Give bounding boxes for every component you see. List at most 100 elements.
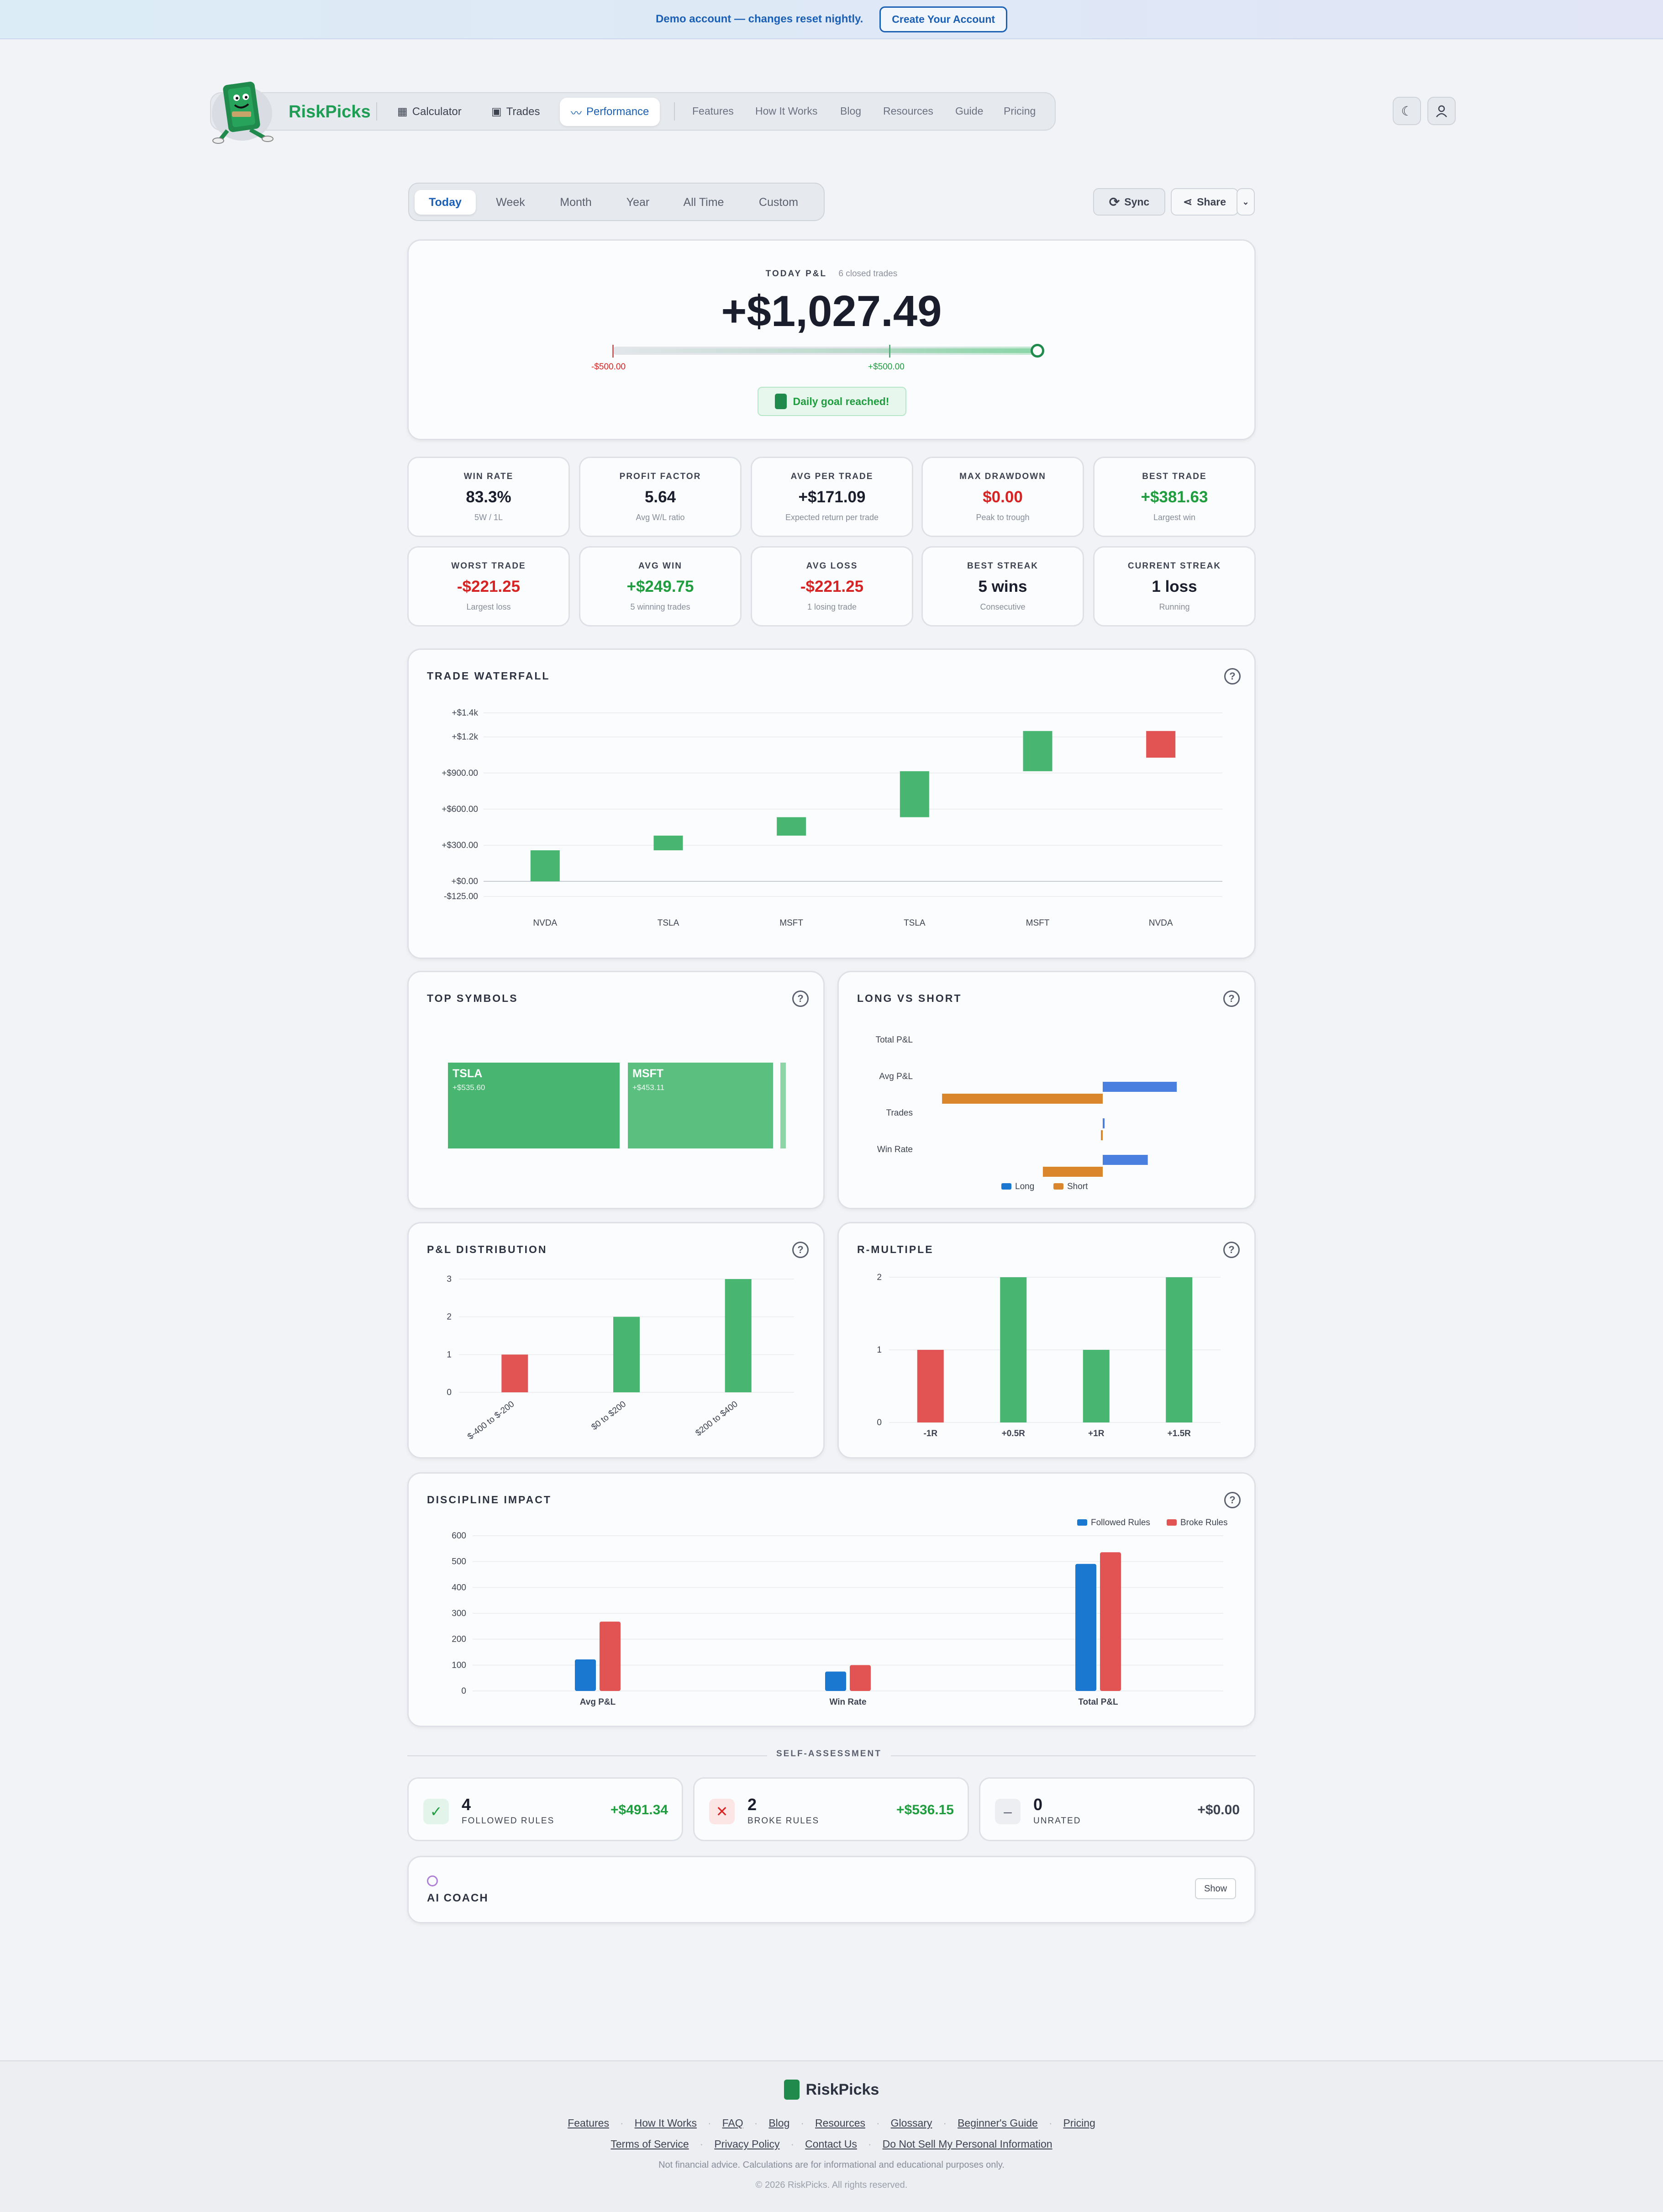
waterfall-bar[interactable] [1146,731,1176,758]
footer-link[interactable]: Features [568,2117,609,2129]
pnl-current-knob[interactable] [1031,344,1044,358]
long-bar[interactable] [1103,1082,1177,1092]
nav-link-how-it-works[interactable]: How It Works [755,105,817,117]
bar[interactable] [1166,1277,1193,1422]
nav-link-pricing[interactable]: Pricing [1004,105,1036,117]
x-tick-label: +1R [1088,1429,1105,1438]
treemap-tile-other[interactable] [780,1063,786,1148]
check-icon: ✓ [423,1799,449,1824]
ai-coach-title: AI COACH [427,1892,489,1904]
footer-link[interactable]: Privacy Policy [714,2138,779,2150]
tab-trades[interactable]: ▣ Trades [491,105,540,118]
stat-sub: 5 winning trades [630,602,690,611]
bar[interactable] [917,1350,944,1422]
followed-rules-card[interactable]: ✓ 4 FOLLOWED RULES +$491.34 [407,1777,683,1841]
mascot-logo-icon[interactable] [206,77,284,145]
legend-label-long: Long [1015,1182,1034,1191]
sync-button[interactable]: ⟳ Sync [1093,188,1165,216]
treemap-tile-msft[interactable]: MSFT +$453.11 [628,1063,773,1148]
long-bar[interactable] [1103,1155,1148,1165]
footer-link-separator: · [754,2117,758,2129]
grid-icon: ▦ [397,105,408,118]
waterfall-bar[interactable] [777,817,806,836]
bar[interactable] [575,1659,596,1691]
nav-divider [376,102,377,121]
footer-link[interactable]: Resources [815,2117,865,2129]
bar[interactable] [725,1279,752,1392]
unrated-card[interactable]: – 0 UNRATED +$0.00 [979,1777,1255,1841]
stat-value: 83.3% [466,488,511,506]
legend-swatch-broke [1167,1519,1177,1526]
waterfall-bar[interactable] [1023,731,1053,771]
stat-sub: Running [1159,602,1190,611]
stat-card-best-streak: BEST STREAK 5 wins Consecutive [921,546,1084,627]
footer-link[interactable]: Contact Us [805,2138,857,2150]
y-tick-label: +$600.00 [442,805,478,814]
waterfall-bar[interactable] [530,850,560,882]
footer-copyright: © 2026 RiskPicks. All rights reserved. [755,2180,908,2190]
self-assessment-title: SELF-ASSESSMENT [767,1749,891,1759]
pnl-goal-fill [612,348,1042,353]
short-bar[interactable] [1042,1167,1103,1177]
footer-link[interactable]: Terms of Service [610,2138,689,2150]
legend-swatch-short [1053,1183,1063,1190]
bar[interactable] [613,1317,640,1392]
share-button[interactable]: ⋖ Share [1171,188,1238,216]
bar[interactable] [825,1671,846,1691]
footer-link[interactable]: FAQ [722,2117,743,2129]
stat-value: +$381.63 [1141,488,1208,506]
footer-link[interactable]: How It Works [635,2117,697,2129]
theme-toggle-button[interactable]: ☾ [1393,97,1421,125]
waterfall-bar[interactable] [900,771,929,817]
stat-sub: Largest win [1153,513,1196,522]
footer-link-separator: · [620,2117,624,2129]
nav-link-blog[interactable]: Blog [840,105,861,117]
share-label: Share [1197,195,1226,208]
tab-trades-label: Trades [506,105,540,118]
bar[interactable] [1075,1564,1096,1691]
footer-link[interactable]: Blog [768,2117,789,2129]
period-tab-week[interactable]: Week [482,190,539,215]
bar[interactable] [1083,1350,1110,1422]
tab-calculator[interactable]: ▦ Calculator [397,105,462,118]
stat-card-profit-factor: PROFIT FACTOR 5.64 Avg W/L ratio [579,457,742,537]
footer-link[interactable]: Do Not Sell My Personal Information [883,2138,1053,2150]
help-icon[interactable]: ? [792,990,809,1007]
treemap-symbol: TSLA [453,1067,483,1080]
tab-performance[interactable]: 〰 Performance [560,98,660,126]
footer-link[interactable]: Pricing [1063,2117,1095,2129]
account-button[interactable] [1427,97,1456,125]
bar[interactable] [600,1622,621,1691]
treemap-tile-tsla[interactable]: TSLA +$535.60 [448,1063,620,1148]
nav-link-resources[interactable]: Resources [883,105,933,117]
short-bar[interactable] [1101,1130,1103,1140]
nav-link-guide[interactable]: Guide [955,105,983,117]
period-tab-today[interactable]: Today [415,190,476,215]
footer-link[interactable]: Glossary [891,2117,932,2129]
footer-brand[interactable]: RiskPicks [0,2080,1663,2100]
nav-link-features[interactable]: Features [692,105,734,117]
create-account-button[interactable]: Create Your Account [879,6,1008,32]
period-tab-custom[interactable]: Custom [744,190,813,215]
ai-coach-show-button[interactable]: Show [1195,1878,1236,1899]
broke-rules-count: 2 [747,1795,757,1814]
brand-name[interactable]: RiskPicks [289,102,371,122]
share-dropdown-button[interactable]: ⌄ [1237,188,1255,216]
tab-calculator-label: Calculator [412,105,462,118]
waterfall-bar[interactable] [653,835,683,851]
period-tab-month[interactable]: Month [545,190,606,215]
period-tab-year[interactable]: Year [613,190,663,215]
period-tab-all-time[interactable]: All Time [669,190,738,215]
r-multiple-chart: 0 1 2 -1R +0.5R +1R +1.5R [877,1273,1221,1438]
broke-rules-card[interactable]: ✕ 2 BROKE RULES +$536.15 [693,1777,969,1841]
long-bar[interactable] [1103,1118,1105,1128]
bar[interactable] [1100,1552,1121,1691]
bar[interactable] [501,1354,528,1392]
stat-sub: Avg W/L ratio [636,513,685,522]
footer-link[interactable]: Beginner's Guide [958,2117,1038,2129]
stat-card-best-trade: BEST TRADE +$381.63 Largest win [1093,457,1256,537]
short-bar[interactable] [942,1094,1103,1104]
stat-label: PROFIT FACTOR [619,472,701,481]
bar[interactable] [1000,1277,1027,1422]
bar[interactable] [850,1665,871,1691]
